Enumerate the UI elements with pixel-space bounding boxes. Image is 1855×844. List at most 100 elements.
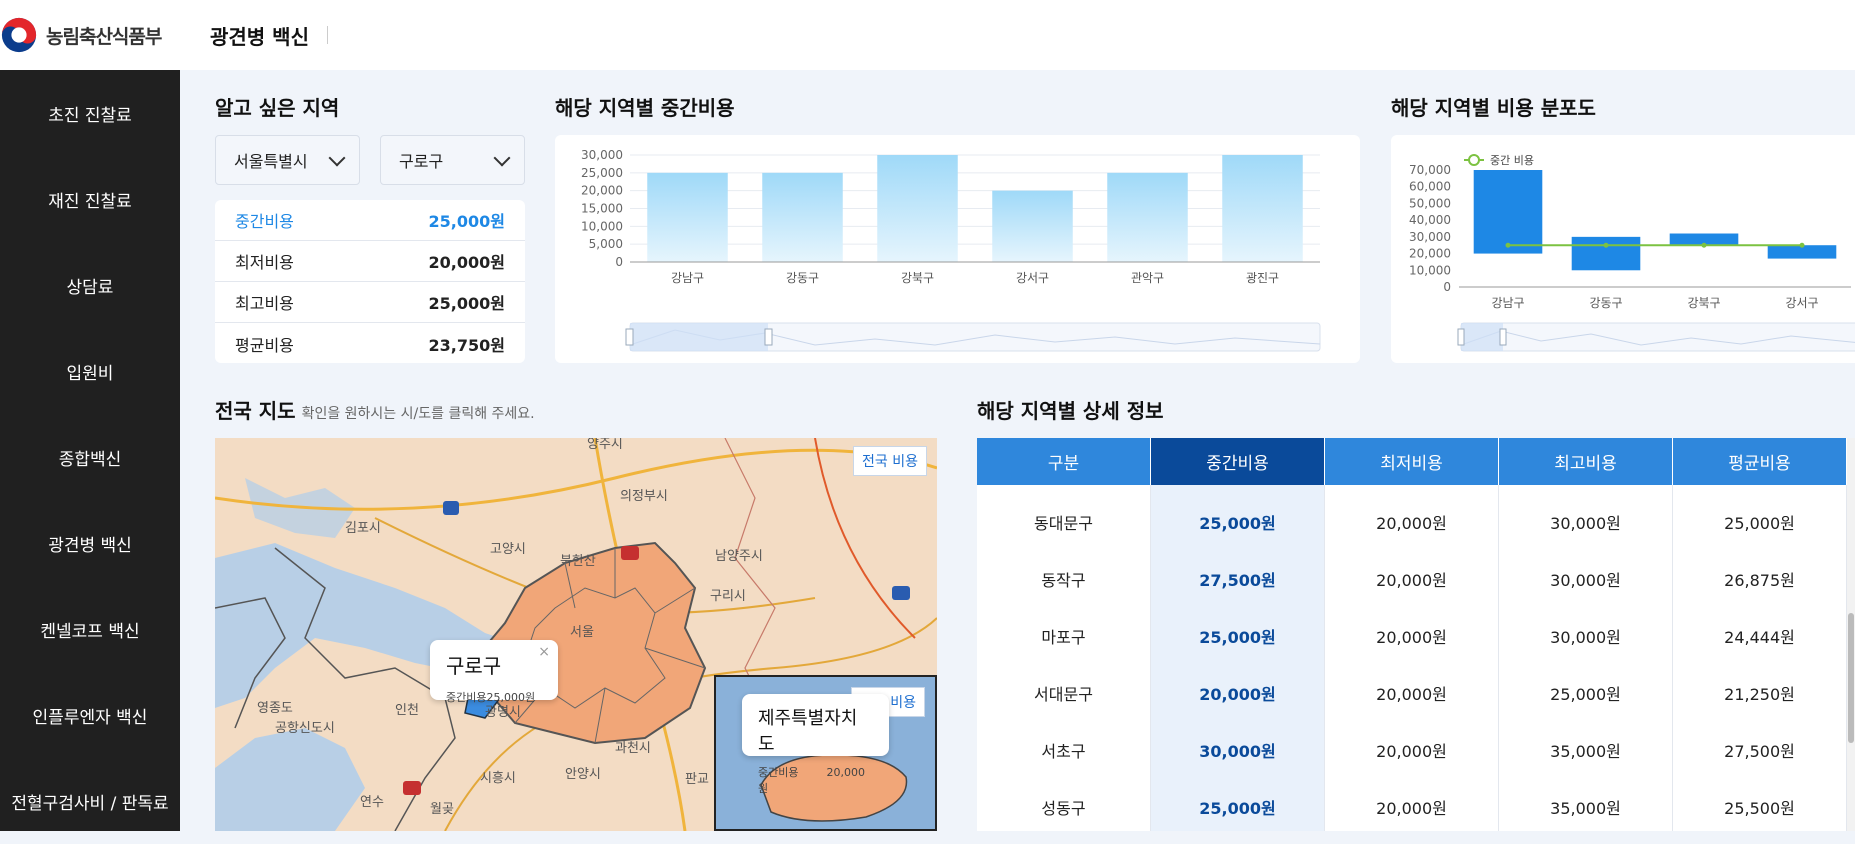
range-bar[interactable] xyxy=(1473,170,1543,254)
x-tick-label: 강동구 xyxy=(1589,296,1622,310)
x-tick-label: 강서구 xyxy=(1016,271,1049,285)
column-header-avg[interactable]: 평균비용 xyxy=(1673,438,1847,485)
map-place-label: 안양시 xyxy=(565,767,601,782)
x-tick-label: 강북구 xyxy=(1687,296,1720,310)
cell-min: 20,000원 xyxy=(1325,666,1499,723)
map-place-label: 광명시 xyxy=(485,705,521,720)
median-point[interactable] xyxy=(1505,242,1511,248)
district-select[interactable]: 구로구 xyxy=(380,135,525,185)
district-select-value: 구로구 xyxy=(399,152,444,171)
stat-value: 20,000원 xyxy=(428,253,505,272)
zoom-slider-handle-right[interactable] xyxy=(1499,328,1507,346)
table-header: 구분 중간비용 최저비용 최고비용 평균비용 xyxy=(977,438,1847,485)
korea-map[interactable]: 양주시 의정부시 김포시 고양시 남양주시 구리시 인천 광명시 안양시 시흥시 과천시 서울 북한산 영… xyxy=(215,438,937,831)
zoom-slider-window[interactable] xyxy=(630,323,768,351)
map-place-label: 공항신도시 xyxy=(275,721,335,736)
cell-max: 30,000원 xyxy=(1499,609,1673,666)
bar[interactable] xyxy=(877,155,958,262)
column-header-max[interactable]: 최고비용 xyxy=(1499,438,1673,485)
y-tick-label: 70,000 xyxy=(1409,163,1451,177)
cell-region: 서초구 xyxy=(977,723,1151,780)
jeju-popup: 제주특별자치도 중간비용 20,000원 xyxy=(742,694,889,795)
region-title: 알고 싶은 지역 xyxy=(215,96,340,120)
table-row[interactable]: 동작구 27,500원 20,000원 30,000원 26,875원 xyxy=(977,552,1847,609)
cell-region: 동작구 xyxy=(977,552,1151,609)
popup-info: 중간비용 20,000원 xyxy=(758,764,873,796)
sidebar-item-rabies-vaccine[interactable]: 광견병 백신 xyxy=(0,500,180,586)
bar[interactable] xyxy=(1107,172,1188,262)
table-row[interactable]: 마포구 25,000원 20,000원 30,000원 24,444원 xyxy=(977,609,1847,666)
bar[interactable] xyxy=(647,172,728,262)
ministry-logo[interactable]: 농림축산식품부 xyxy=(0,16,180,54)
median-chart-card: 30,000 25,000 20,000 15,000 10,000 5,000 0 강남구 강… xyxy=(555,135,1360,363)
sidebar-item-influenza-vaccine[interactable]: 인플루엔자 백신 xyxy=(0,672,180,758)
range-bar[interactable] xyxy=(1571,236,1641,271)
zoom-slider-track[interactable] xyxy=(1460,322,1855,352)
dist-chart-title: 해당 지역별 비용 분포도 xyxy=(1391,96,1596,120)
bar[interactable] xyxy=(992,190,1073,262)
zoom-slider-handle-left[interactable] xyxy=(1457,328,1465,346)
table-body: 동대문구 25,000원 20,000원 30,000원 25,000원 동작구 27,50… xyxy=(977,495,1847,831)
median-point[interactable] xyxy=(1603,242,1609,248)
median-point[interactable] xyxy=(1799,242,1805,248)
column-header-region[interactable]: 구분 xyxy=(977,438,1151,485)
median-point[interactable] xyxy=(1701,242,1707,248)
taegeuk-logo-icon xyxy=(1,17,37,53)
map-place-label: 연수 xyxy=(360,795,384,810)
sidebar: 초진 진찰료 재진 진찰료 상담료 입원비 종합백신 광견병 백신 켄넬코프 백… xyxy=(0,70,180,831)
map-title: 전국 지도 확인을 원하시는 시/도를 클릭해 주세요. xyxy=(215,395,535,424)
cell-avg: 25,000원 xyxy=(1673,495,1847,552)
y-tick-label: 10,000 xyxy=(581,219,623,233)
zoom-slider-handle-right[interactable] xyxy=(764,328,773,346)
sidebar-item-revisit-consult[interactable]: 재진 진찰료 xyxy=(0,156,180,242)
bar[interactable] xyxy=(1222,155,1303,262)
national-cost-button[interactable]: 전국 비용 xyxy=(853,446,927,476)
y-tick-label: 50,000 xyxy=(1409,196,1451,210)
popup-info-label: 중간비용 xyxy=(446,691,487,704)
province-select[interactable]: 서울특별시 xyxy=(215,135,360,185)
table-row[interactable]: 동대문구 25,000원 20,000원 30,000원 25,000원 xyxy=(977,495,1847,552)
zoom-slider-handle-left[interactable] xyxy=(625,328,634,346)
column-header-min[interactable]: 최저비용 xyxy=(1325,438,1499,485)
y-tick-label: 10,000 xyxy=(1409,263,1451,277)
map-place-label: 인천 xyxy=(395,703,419,718)
table-scrollbar[interactable] xyxy=(1847,438,1855,831)
map-place-label: 판교 xyxy=(685,772,709,787)
guro-popup: 구로구 중간비용25,000원 × xyxy=(430,640,558,704)
sidebar-item-initial-consult[interactable]: 초진 진찰료 xyxy=(0,70,180,156)
x-tick-label: 강남구 xyxy=(671,271,704,285)
stat-value: 25,000원 xyxy=(428,212,505,231)
sidebar-item-combo-vaccine[interactable]: 종합백신 xyxy=(0,414,180,500)
table-row[interactable]: 성동구 25,000원 20,000원 35,000원 25,500원 xyxy=(977,780,1847,831)
y-tick-label: 0 xyxy=(1443,280,1451,294)
page-title: 광견병 백신 xyxy=(210,24,309,49)
detail-table: 구분 중간비용 최저비용 최고비용 평균비용 동대문구 25,000원 20,000… xyxy=(977,438,1847,831)
scrollbar-thumb[interactable] xyxy=(1848,613,1854,743)
sidebar-item-hospitalization[interactable]: 입원비 xyxy=(0,328,180,414)
cell-region: 마포구 xyxy=(977,609,1151,666)
bar[interactable] xyxy=(762,172,843,262)
stat-row-median: 중간비용 25,000원 xyxy=(215,200,525,241)
zoom-slider-window[interactable] xyxy=(1461,323,1503,351)
sidebar-item-kennel-cough-vaccine[interactable]: 켄넬코프 백신 xyxy=(0,586,180,672)
logo-text: 농림축산식품부 xyxy=(46,25,162,48)
cell-min: 20,000원 xyxy=(1325,723,1499,780)
map-place-label: 양주시 xyxy=(587,438,623,452)
cell-min: 20,000원 xyxy=(1325,495,1499,552)
y-tick-label: 15,000 xyxy=(581,202,623,216)
legend-label[interactable]: 중간 비용 xyxy=(1490,154,1534,167)
close-icon[interactable]: × xyxy=(538,644,550,660)
stat-row-max: 최고비용 25,000원 xyxy=(215,282,525,323)
column-header-median[interactable]: 중간비용 xyxy=(1151,438,1325,485)
cell-max: 35,000원 xyxy=(1499,723,1673,780)
table-row[interactable]: 서초구 30,000원 20,000원 35,000원 27,500원 xyxy=(977,723,1847,780)
stat-label: 중간비용 xyxy=(235,212,294,231)
map-place-label: 과천시 xyxy=(615,741,651,756)
map-place-label: 고양시 xyxy=(490,542,526,557)
cell-median: 30,000원 xyxy=(1151,723,1325,780)
y-tick-label: 25,000 xyxy=(581,166,623,180)
table-row[interactable]: 서대문구 20,000원 20,000원 25,000원 21,250원 xyxy=(977,666,1847,723)
sidebar-item-cbc-test[interactable]: 전혈구검사비 / 판독료 xyxy=(0,758,180,844)
sidebar-item-counseling[interactable]: 상담료 xyxy=(0,242,180,328)
chevron-down-icon xyxy=(493,149,511,167)
